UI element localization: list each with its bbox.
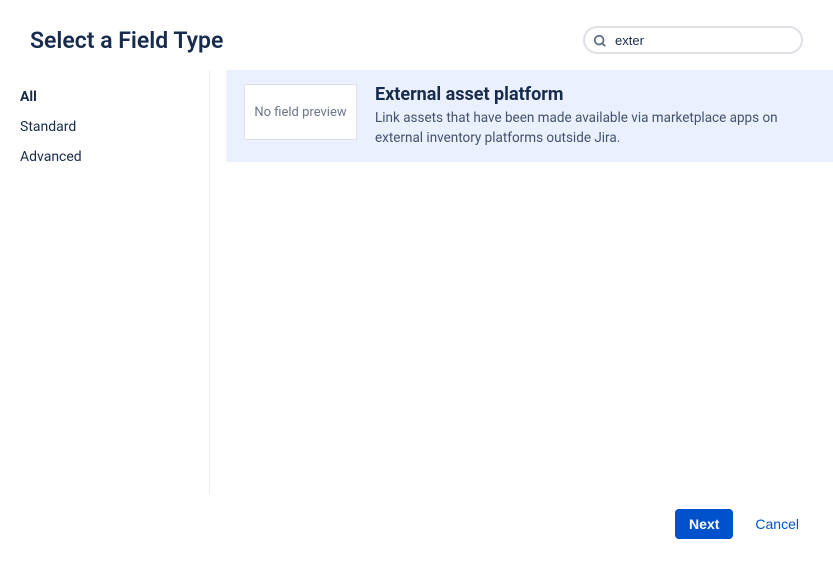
field-preview-box: No field preview [244, 84, 357, 140]
sidebar: All Standard Advanced [0, 70, 210, 494]
field-type-title: External asset platform [375, 84, 815, 105]
sidebar-item-all[interactable]: All [20, 82, 209, 112]
sidebar-item-label: Standard [20, 119, 76, 135]
dialog-footer: Next Cancel [675, 509, 799, 539]
sidebar-item-label: All [20, 89, 37, 105]
field-info: External asset platform Link assets that… [375, 84, 815, 148]
page-title: Select a Field Type [30, 27, 223, 54]
field-type-card[interactable]: No field preview External asset platform… [226, 70, 833, 162]
main-panel: No field preview External asset platform… [210, 70, 833, 494]
search-input[interactable] [583, 26, 803, 54]
next-button[interactable]: Next [675, 509, 733, 539]
sidebar-item-label: Advanced [20, 149, 82, 165]
cancel-button[interactable]: Cancel [755, 516, 799, 532]
sidebar-item-advanced[interactable]: Advanced [20, 142, 209, 172]
field-type-description: Link assets that have been made availabl… [375, 109, 815, 148]
search-wrapper [583, 26, 803, 54]
dialog-content: All Standard Advanced No field preview E… [0, 70, 833, 494]
dialog-header: Select a Field Type [0, 0, 833, 70]
sidebar-item-standard[interactable]: Standard [20, 112, 209, 142]
